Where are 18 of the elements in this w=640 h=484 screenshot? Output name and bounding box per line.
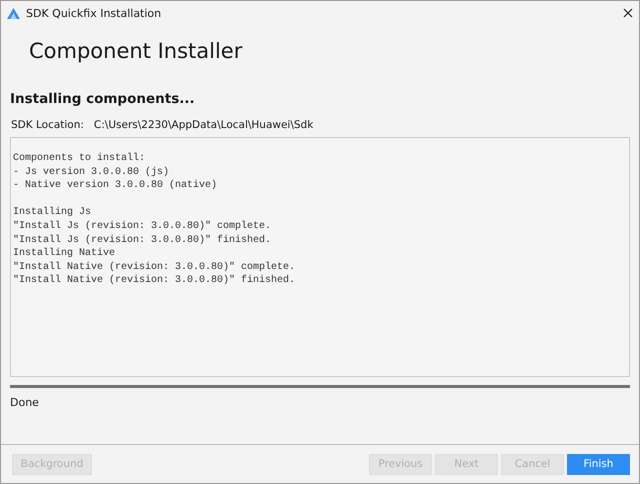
status-text: Done [10, 396, 39, 409]
log-line: "Install Native (revision: 3.0.0.80)" finished. [13, 275, 296, 286]
wizard-button[interactable]: Finish [567, 454, 630, 474]
log-line: - Js version 3.0.0.80 (js) [13, 166, 170, 178]
page-title: Component Installer [29, 39, 242, 63]
log-line: "Install Js (revision: 3.0.0.80)" complete. [13, 220, 272, 232]
close-icon[interactable] [623, 8, 633, 18]
window-title: SDK Quickfix Installation [26, 6, 162, 20]
log-line: Components to install: [13, 153, 146, 164]
location-label: SDK Location: [11, 119, 84, 131]
log-line: - Native version 3.0.0.80 (native) [13, 180, 218, 192]
log-line: Installing Native [13, 248, 116, 260]
step-title: Installing components... [10, 91, 195, 107]
location-path: C:\Users\2230\AppData\Local\Huawei\Sdk [94, 119, 314, 131]
app-logo-icon [7, 8, 20, 18]
log-line: "Install Js (revision: 3.0.0.80)" finished. [13, 234, 272, 246]
log-line: Installing Js [13, 207, 92, 218]
log-line: "Install Native (revision: 3.0.0.80)" complete. [13, 262, 296, 273]
